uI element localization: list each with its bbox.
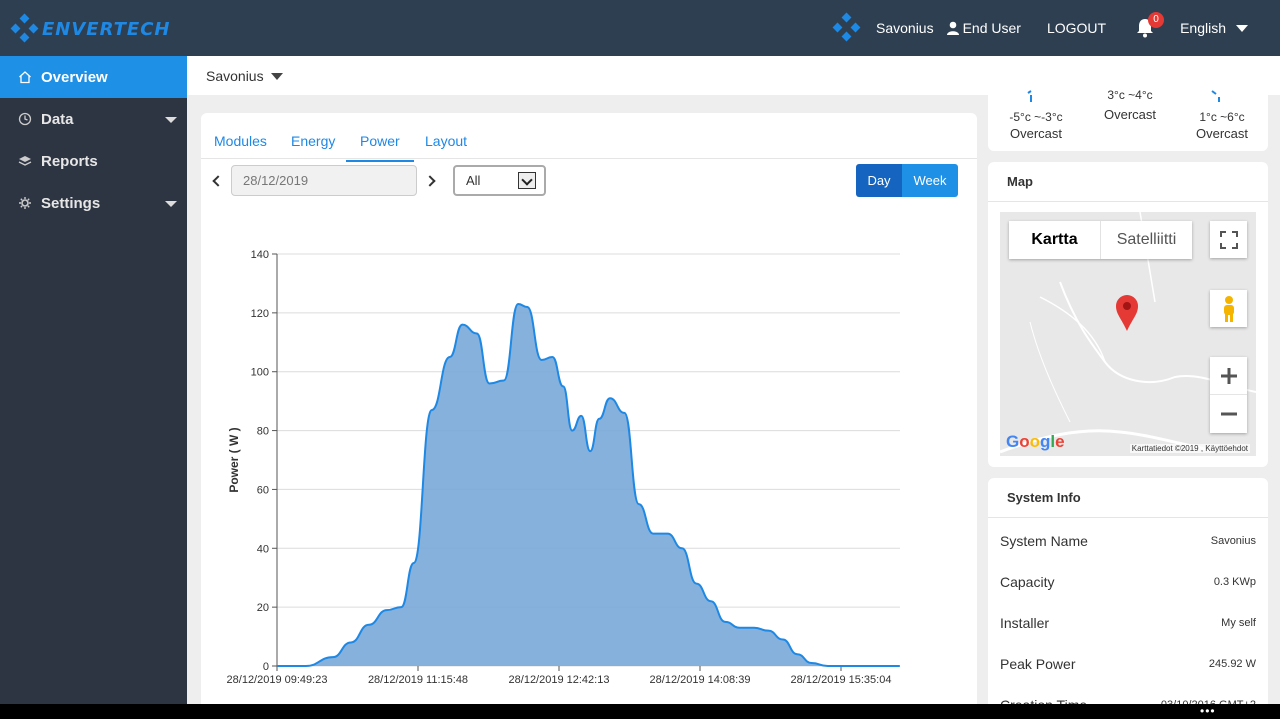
bottom-bar [0,704,1280,719]
info-value: 0.3 KWp [1213,576,1256,588]
y-tick-label: 140 [251,249,269,261]
forecast-day-3: 1°c ~6°c Overcast [1182,110,1262,141]
info-label: Capacity [1000,574,1055,590]
x-tick-label: 28/12/2019 14:08:39 [650,674,751,686]
y-tick-label: 20 [257,602,269,614]
x-tick-label: 28/12/2019 09:49:23 [227,674,328,686]
zoom-out-button[interactable] [1210,395,1247,432]
sidebar-item-label: Data [41,110,74,128]
brand-name: ENVERTECH [42,18,171,40]
map-view[interactable]: Kartta Satelliitti Google Karttatiedot ©… [1000,212,1256,456]
weather-icon [1027,90,1032,102]
map-type-map-button[interactable]: Kartta [1009,221,1101,259]
notification-badge: 0 [1148,12,1165,28]
user-menu[interactable]: End User [946,20,1021,36]
sidebar-item-label: Reports [41,152,98,170]
map-type-satellite-button[interactable]: Satelliitti [1101,221,1192,259]
sidebar-item-overview[interactable]: Overview [0,56,187,98]
fullscreen-icon [1219,230,1238,249]
minus-icon [1220,412,1237,415]
site-selector[interactable]: Savonius [206,68,283,84]
forecast-desc: Overcast [1195,126,1248,141]
plus-icon [1220,368,1237,384]
map-attribution[interactable]: Karttatiedot ©2019 , Käyttöehdot [1129,444,1250,453]
sidebar-item-reports[interactable]: Reports [0,140,187,182]
weather-icon [1211,90,1220,102]
sidebar-item-label: Settings [41,194,101,212]
system-info-card: System Info System Name Savonius Capacit… [988,478,1268,719]
y-tick-label: 60 [257,484,269,496]
sidebar: Overview Data Reports Settings [0,56,187,719]
zoom-in-button[interactable] [1210,358,1247,395]
site-logo-icon [832,12,862,43]
info-value: Savonius [1210,535,1256,547]
forecast-temp: -5°c ~-3°c [1009,110,1063,124]
street-view-button[interactable] [1210,290,1247,327]
forecast-day-1: -5°c ~-3°c Overcast [994,110,1078,141]
chevron-down-icon [165,117,177,123]
header-site-name: Savonius [876,20,934,36]
map-card: Map Kartta Satelliitti Google Karttatied… [988,162,1268,467]
divider [988,201,1268,202]
y-tick-label: 80 [257,426,269,438]
sidebar-item-data[interactable]: Data [0,98,187,140]
sidebar-item-label: Overview [41,68,108,86]
site-selector-label: Savonius [206,68,264,84]
top-navbar: ENVERTECH Savonius End User LOGOUT 0 Eng… [0,0,1280,56]
user-icon [946,21,959,35]
brand-mark-icon [10,13,40,44]
chevron-down-icon [1236,24,1248,32]
google-logo: Google [1006,432,1065,451]
divider [988,517,1268,518]
x-tick-label: 28/12/2019 12:42:13 [509,674,610,686]
forecast-temp: 3°c ~4°c [1107,88,1153,102]
pegman-icon [1223,295,1234,322]
forecast-desc: Overcast [1103,107,1156,122]
layers-icon [18,156,32,166]
info-value: My self [1221,617,1256,629]
weather-forecast: -5°c ~-3°c Overcast 3°c ~4°c Overcast 1°… [988,85,1268,151]
info-row-capacity: Capacity 0.3 KWp [1000,572,1256,592]
user-role: End User [962,20,1021,36]
logout-link[interactable]: LOGOUT [1047,20,1106,36]
info-label: System Name [1000,533,1088,549]
more-icon[interactable]: ••• [1200,704,1216,718]
system-info-title: System Info [1007,490,1081,505]
gear-icon [19,197,31,209]
info-label: Installer [1000,615,1050,631]
info-value: 245.92 W [1208,658,1256,670]
forecast-desc: Overcast [1009,126,1062,141]
y-axis-label: Power ( W ) [227,427,241,492]
zoom-control [1210,357,1247,433]
home-icon [19,71,31,84]
power-area [277,304,900,666]
y-tick-label: 0 [263,661,269,673]
info-row-system-name: System Name Savonius [1000,531,1256,551]
y-tick-label: 40 [257,543,269,555]
x-tick-label: 28/12/2019 11:15:48 [368,674,468,686]
info-row-installer: Installer My self [1000,613,1256,633]
x-tick-label: 28/12/2019 15:35:04 [791,674,892,686]
notifications-button[interactable]: 0 [1136,12,1165,38]
map-type-control: Kartta Satelliitti [1009,221,1192,259]
caret-down-icon [270,72,283,80]
forecast-temp: 1°c ~6°c [1199,110,1245,124]
clock-icon [18,112,32,126]
chevron-down-icon [165,201,177,207]
language-selector[interactable]: English [1180,20,1248,36]
info-label: Peak Power [1000,656,1076,672]
header-actions: Savonius End User LOGOUT 0 English [832,0,1280,56]
map-card-title: Map [1007,174,1033,189]
sidebar-item-settings[interactable]: Settings [0,182,187,224]
y-tick-label: 120 [251,308,269,320]
forecast-day-2: 3°c ~4°c Overcast [1088,88,1172,122]
y-tick-label: 100 [251,367,269,379]
location-pin-icon[interactable] [1115,294,1139,332]
brand-logo[interactable]: ENVERTECH [10,13,171,44]
power-chart-card: Modules Energy Power Layout All Day Week… [201,113,977,719]
power-chart: 0 20 40 60 80 100 120 140 28/12/2019 09:49:23 28/… [227,249,900,686]
fullscreen-button[interactable] [1210,221,1247,258]
language-label: English [1180,20,1226,36]
info-row-peak-power: Peak Power 245.92 W [1000,654,1256,674]
